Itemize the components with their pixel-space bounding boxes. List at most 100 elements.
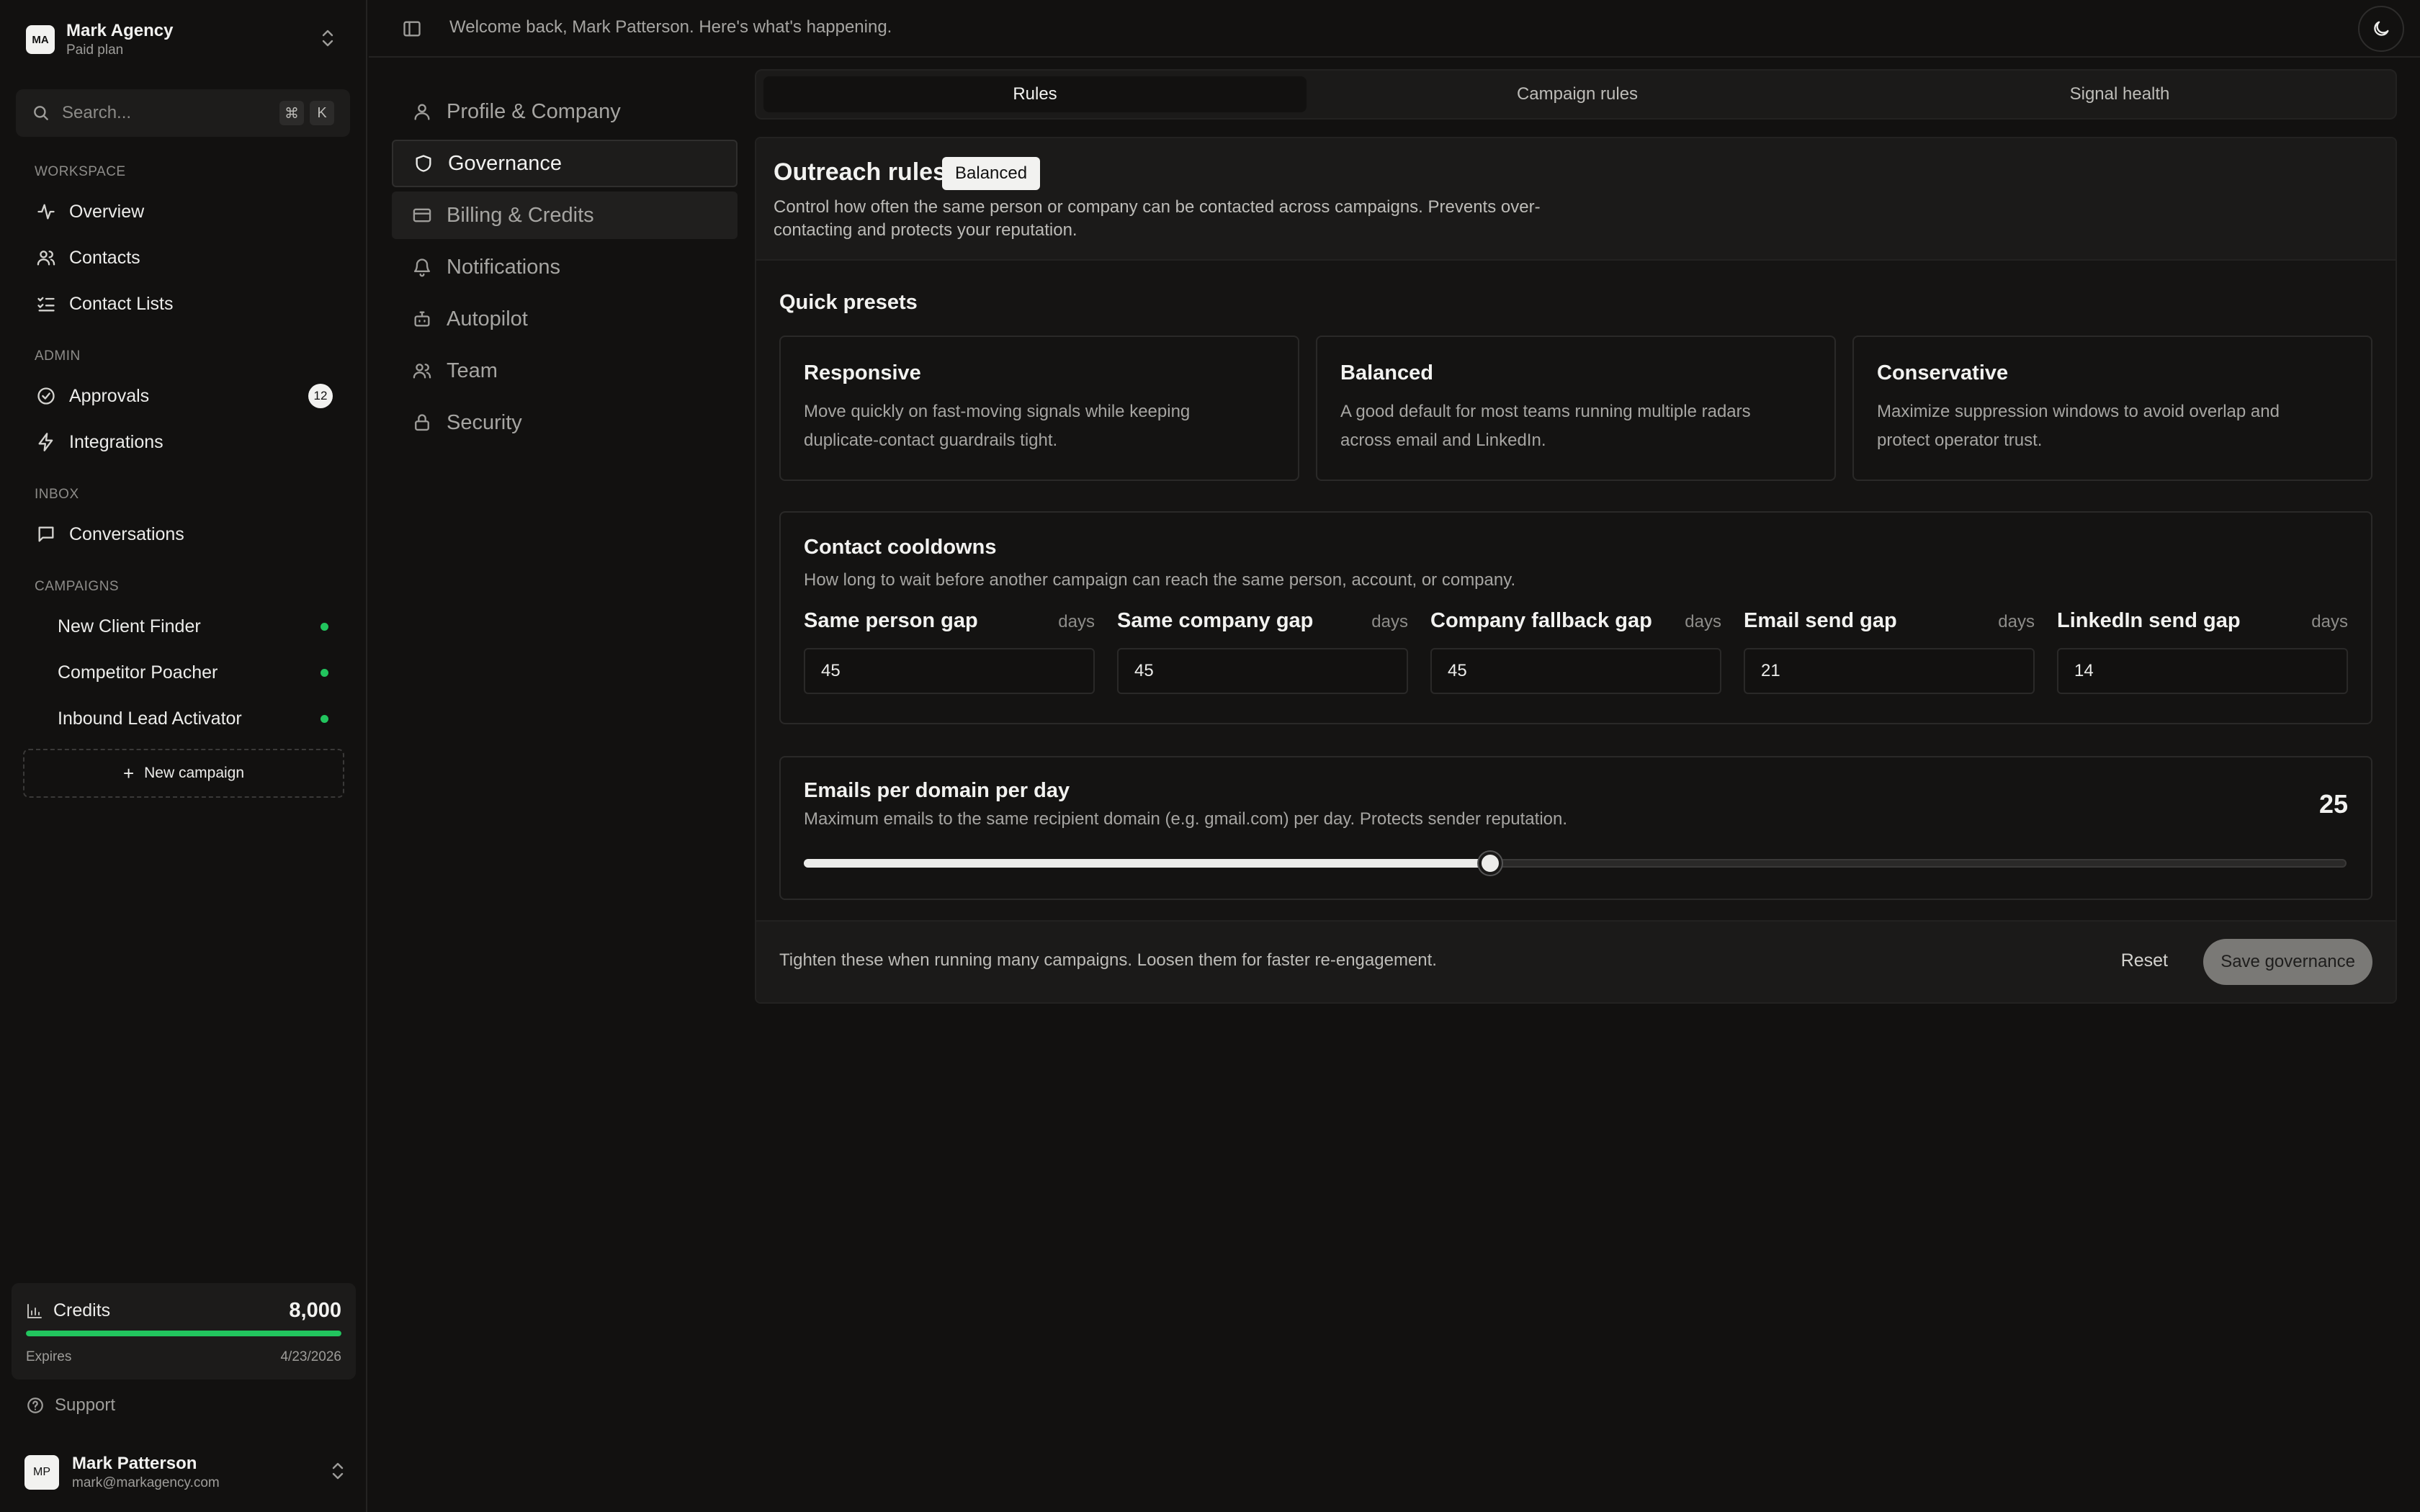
slider-thumb[interactable] [1479,852,1502,875]
chevrons-up-down-icon [330,1460,346,1482]
domain-limit-subtitle: Maximum emails to the same recipient dom… [804,809,1568,829]
preset-conservative[interactable]: Conservative Maximize suppression window… [1852,336,2372,481]
moon-icon [2371,19,2391,39]
domain-limit-value: 25 [2318,789,2348,819]
settings-nav-team[interactable]: Team [392,347,738,395]
slider-fill [804,859,1491,868]
field-unit: days [1685,612,1721,631]
help-circle-icon [26,1396,45,1415]
campaign-status-dot [321,668,328,677]
sidebar-item-label: Integrations [69,431,163,452]
company-fallback-gap-input[interactable]: 45 [1430,648,1721,694]
credits-expires-label: Expires [26,1349,72,1364]
sidebar: MA Mark Agency Paid plan Search... ⌘ K W… [0,0,367,1512]
settings-nav-label: Team [447,359,498,382]
same-person-gap-input[interactable]: 45 [804,648,1095,694]
activity-icon [36,202,59,222]
sidebar-item-contact-lists[interactable]: Contact Lists [20,284,347,324]
page-title: Outreach rules [774,158,946,186]
reset-button[interactable]: Reset [2121,950,2168,971]
field-label: Email send gap [1744,609,1897,632]
emails-per-domain-section: Emails per domain per day Maximum emails… [779,756,2372,900]
linkedin-send-gap-input[interactable]: 14 [2057,648,2348,694]
settings-nav-label: Autopilot [447,307,528,330]
field-label: LinkedIn send gap [2057,609,2241,632]
credits-card[interactable]: Credits 8,000 Expires 4/23/2026 [12,1283,356,1380]
sidebar-toggle-icon[interactable] [402,19,422,39]
approvals-count-badge: 12 [308,384,333,408]
field-unit: days [1371,612,1408,631]
campaign-label: Competitor Poacher [58,662,218,683]
credit-card-icon [412,205,434,225]
search-input[interactable]: Search... ⌘ K [16,89,350,137]
cooldowns-title: Contact cooldowns [804,536,997,559]
settings-nav-governance[interactable]: Governance [392,140,738,187]
sidebar-item-overview[interactable]: Overview [20,192,347,232]
tab-campaign-rules[interactable]: Campaign rules [1306,76,1849,112]
field-label: Company fallback gap [1430,609,1652,632]
tab-signal-health[interactable]: Signal health [1848,76,2391,112]
chevrons-up-down-icon [320,27,336,49]
domain-limit-title: Emails per domain per day [804,779,1070,802]
campaign-item[interactable]: New Client Finder [20,606,347,647]
settings-nav-autopilot[interactable]: Autopilot [392,295,738,343]
sidebar-item-approvals[interactable]: Approvals 12 [20,376,347,416]
sidebar-item-label: Approvals [69,385,150,406]
same-company-gap-input[interactable]: 45 [1117,648,1408,694]
new-campaign-label: New campaign [144,765,245,781]
theme-toggle-button[interactable] [2358,6,2404,52]
credits-label: Credits [53,1300,111,1320]
field-label: Same person gap [804,609,978,632]
sidebar-item-conversations[interactable]: Conversations [20,514,347,554]
settings-nav-label: Profile & Company [447,99,621,123]
sidebar-item-label: Contact Lists [69,293,174,314]
lock-icon [412,413,434,433]
campaign-status-dot [321,714,328,723]
search-placeholder: Search... [62,103,132,122]
org-name: Mark Agency [66,21,174,40]
preset-balanced[interactable]: Balanced A good default for most teams r… [1316,336,1836,481]
tab-rules[interactable]: Rules [763,76,1307,112]
section-title-workspace: WORKSPACE [35,164,126,179]
new-campaign-button[interactable]: + New campaign [23,749,344,798]
shield-icon [413,153,435,174]
preset-status-badge: Balanced [942,157,1041,190]
org-plan: Paid plan [66,42,124,58]
field-unit: days [1058,612,1095,631]
campaign-label: New Client Finder [58,616,201,636]
preset-responsive[interactable]: Responsive Move quickly on fast-moving s… [779,336,1299,481]
topbar: Welcome back, Mark Patterson. Here's wha… [369,0,2420,58]
page-description: Control how often the same person or com… [774,197,1541,240]
user-email: mark@markagency.com [72,1475,220,1490]
campaign-item[interactable]: Competitor Poacher [20,652,347,693]
credits-progress-fill [26,1331,341,1336]
sidebar-item-label: Conversations [69,523,184,544]
campaign-item[interactable]: Inbound Lead Activator [20,698,347,739]
avatar: MP [24,1455,59,1490]
settings-nav-label: Notifications [447,255,560,279]
kbd-k: K [310,101,334,125]
welcome-message: Welcome back, Mark Patterson. Here's wha… [449,17,892,37]
zap-icon [36,432,59,452]
card-header: Outreach rules Balanced Control how ofte… [756,138,2396,261]
settings-nav-security[interactable]: Security [392,399,738,446]
org-switcher[interactable]: MA Mark Agency Paid plan [17,14,350,65]
credits-value: 8,000 [289,1299,341,1322]
domain-limit-slider[interactable] [804,848,2347,877]
preset-description: Move quickly on fast-moving signals whil… [804,402,1191,450]
support-link[interactable]: Support [26,1395,115,1416]
campaign-status-dot [321,622,328,631]
outreach-rules-card: Outreach rules Balanced Control how ofte… [755,137,2397,1004]
sidebar-item-integrations[interactable]: Integrations [20,422,347,462]
email-send-gap-input[interactable]: 21 [1744,648,2035,694]
save-governance-button[interactable]: Save governance [2203,939,2372,985]
settings-nav-notifications[interactable]: Notifications [392,243,738,291]
sidebar-item-contacts[interactable]: Contacts [20,238,347,278]
cooldowns-subtitle: How long to wait before another campaign… [804,570,1516,590]
settings-nav-billing[interactable]: Billing & Credits [392,192,738,239]
search-icon [32,104,50,122]
settings-nav-profile[interactable]: Profile & Company [392,88,738,135]
user-menu[interactable]: MP Mark Patterson mark@markagency.com [24,1447,349,1498]
field-unit: days [1998,612,2035,631]
field-unit: days [2311,612,2348,631]
